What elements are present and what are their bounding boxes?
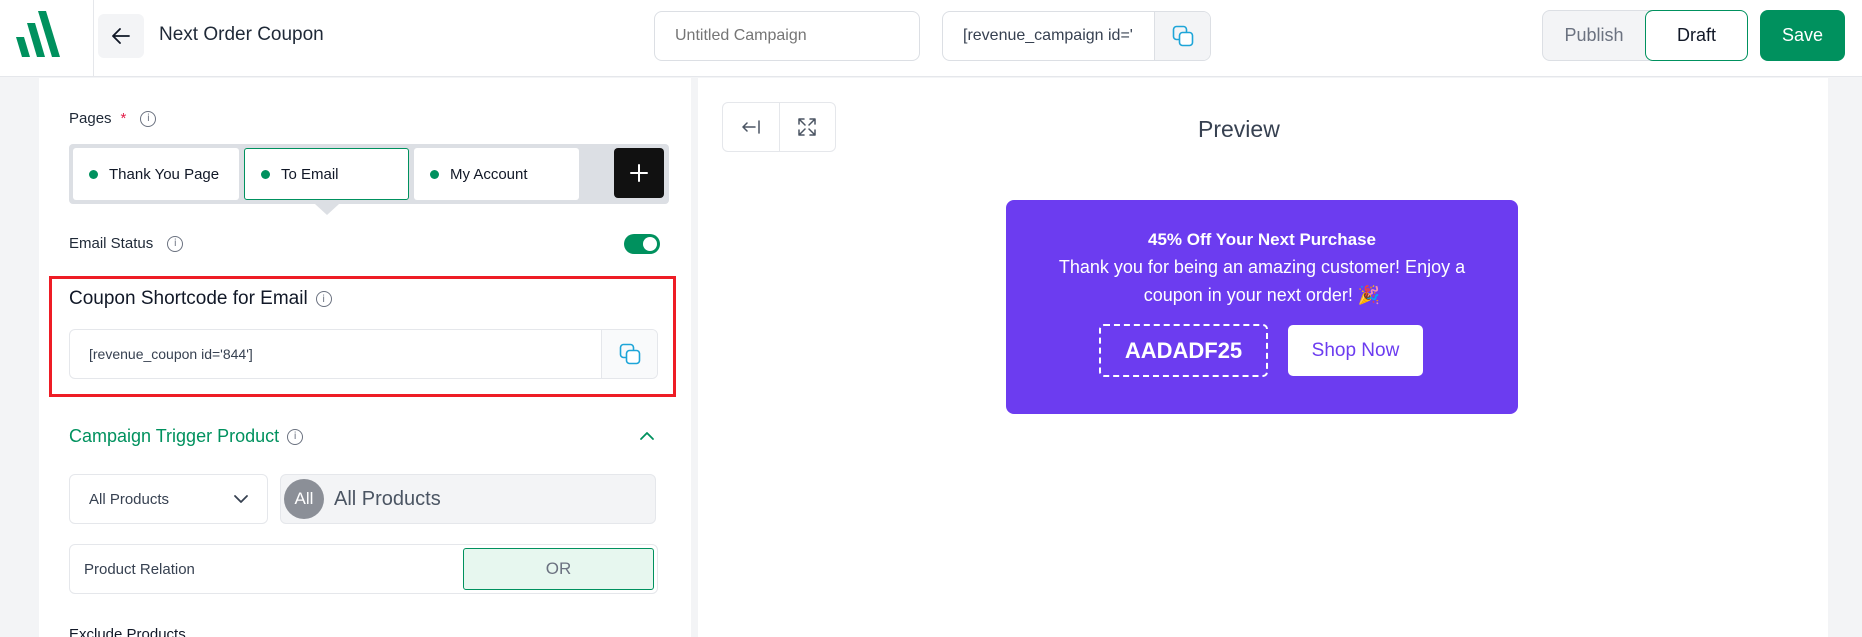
- campaign-name-input[interactable]: [654, 11, 920, 61]
- info-icon[interactable]: i: [287, 428, 304, 445]
- page-title: Next Order Coupon: [159, 24, 324, 45]
- required-mark: *: [120, 110, 127, 127]
- status-dot: [261, 169, 270, 179]
- toggle-knob: [643, 237, 657, 251]
- promo-heading: 45% Off Your Next Purchase: [1147, 230, 1376, 249]
- exclude-products-label: Exclude Products: [69, 626, 186, 637]
- info-icon[interactable]: i: [140, 110, 157, 127]
- chevron-up-icon[interactable]: [639, 428, 655, 444]
- fullscreen-button[interactable]: [778, 103, 836, 151]
- all-products-avatar: All: [284, 479, 324, 519]
- coupon-code[interactable]: AADADF25: [1099, 324, 1268, 377]
- tab-thank-you-page[interactable]: Thank You Page: [73, 148, 239, 200]
- copy-icon: [1172, 25, 1193, 47]
- view-controls: [722, 102, 836, 152]
- brand-logo: [16, 11, 60, 57]
- header-divider: [93, 0, 94, 77]
- tab-label: My Account: [450, 165, 528, 183]
- arrow-left-icon: [112, 28, 130, 44]
- info-icon[interactable]: i: [167, 235, 184, 252]
- product-relation-label: Product Relation: [84, 561, 195, 578]
- selected-products-label: All Products: [334, 487, 441, 510]
- tab-label: To Email: [281, 165, 339, 183]
- preview-panel: Preview 45% Off Your Next Purchase Thank…: [698, 78, 1828, 637]
- coupon-preview-card: 45% Off Your Next Purchase Thank you for…: [1006, 200, 1518, 414]
- plus-icon: [630, 164, 648, 182]
- status-dot: [430, 169, 439, 179]
- expand-icon: [798, 118, 816, 136]
- status-dot: [89, 169, 98, 179]
- relation-or-button[interactable]: OR: [463, 548, 654, 590]
- save-button[interactable]: Save: [1760, 10, 1845, 61]
- select-value: All Products: [89, 490, 170, 508]
- draft-button[interactable]: Draft: [1645, 10, 1748, 61]
- copy-shortcode-button[interactable]: [1154, 12, 1210, 60]
- trigger-product-select[interactable]: All Products: [69, 474, 268, 524]
- pages-label: Pages * i: [69, 110, 157, 127]
- collapse-left-icon: [742, 120, 760, 134]
- pages-label-text: Pages: [69, 110, 112, 127]
- active-tab-caret: [315, 204, 339, 215]
- highlight-box: [49, 276, 676, 397]
- collapse-sidebar-button[interactable]: [723, 103, 779, 151]
- back-button[interactable]: [98, 14, 144, 58]
- tab-to-email[interactable]: To Email: [244, 148, 409, 200]
- pages-tab-bar: Thank You Page To Email My Account: [69, 144, 669, 204]
- publish-button[interactable]: Publish: [1543, 11, 1645, 60]
- campaign-trigger-product-header[interactable]: Campaign Trigger Product i: [69, 426, 304, 447]
- selected-products-field[interactable]: All All Products: [280, 474, 656, 524]
- tab-my-account[interactable]: My Account: [414, 148, 579, 200]
- add-page-button[interactable]: [614, 148, 664, 198]
- promo-body: Thank you for being an amazing customer!…: [1058, 257, 1466, 305]
- shop-now-button[interactable]: Shop Now: [1288, 325, 1423, 376]
- email-status-label: Email Status i: [69, 235, 184, 252]
- campaign-shortcode-field[interactable]: [revenue_campaign id=': [942, 11, 1211, 61]
- chevron-down-icon: [234, 495, 248, 503]
- campaign-shortcode-text: [revenue_campaign id=': [963, 27, 1133, 44]
- preview-title: Preview: [1198, 116, 1280, 142]
- email-status-text: Email Status: [69, 235, 154, 252]
- publish-status-group: Publish Draft: [1542, 10, 1748, 61]
- top-bar: Next Order Coupon [revenue_campaign id='…: [0, 0, 1862, 77]
- email-status-toggle[interactable]: [624, 234, 660, 254]
- product-relation-row: Product Relation OR: [69, 544, 658, 594]
- tab-label: Thank You Page: [109, 165, 220, 183]
- trigger-title-text: Campaign Trigger Product: [69, 426, 280, 446]
